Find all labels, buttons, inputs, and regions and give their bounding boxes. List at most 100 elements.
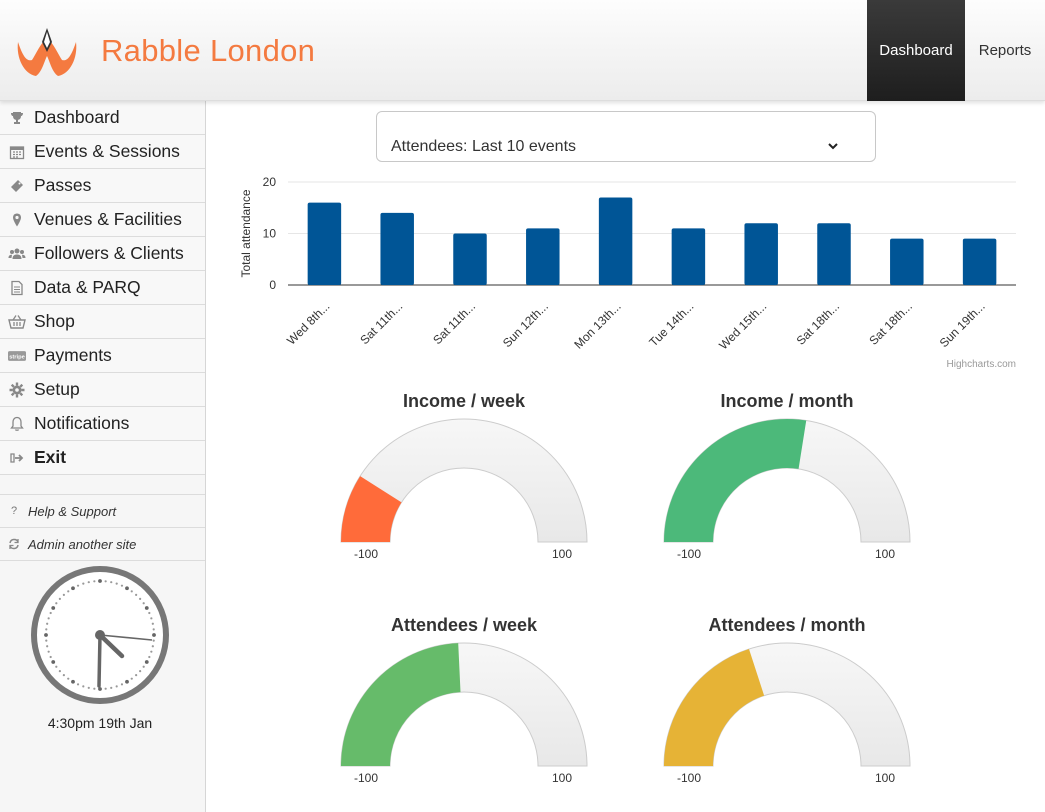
clock-tick xyxy=(152,633,156,637)
brand-logo-icon[interactable] xyxy=(14,22,80,80)
sidebar: Dashboard Events & Sessions Passes Venue… xyxy=(0,101,206,812)
bar[interactable] xyxy=(526,228,560,285)
stripe-icon: stripe xyxy=(8,347,26,365)
admin-another-site-link[interactable]: Admin another site xyxy=(0,528,205,561)
sidebar-item-label: Shop xyxy=(34,311,75,331)
chart-selector-value: Attendees: Last 10 events xyxy=(391,138,577,155)
bar[interactable] xyxy=(453,233,487,286)
gauge-title: Income / week xyxy=(403,391,526,411)
clock-tick xyxy=(44,633,48,637)
clock-tick xyxy=(82,582,85,585)
document-icon xyxy=(8,279,26,297)
bar[interactable] xyxy=(962,238,997,285)
clock-tick xyxy=(151,645,154,648)
clock-time-text: 4:30pm 19th Jan xyxy=(47,715,153,731)
bar[interactable] xyxy=(307,202,342,285)
sidebar-item-label: Venues & Facilities xyxy=(34,209,182,229)
ticket-icon xyxy=(8,177,26,195)
x-tick-label: Mon 13th... xyxy=(571,299,623,351)
top-header: Rabble London Dashboard Reports xyxy=(0,0,1045,101)
clock-tick xyxy=(142,665,145,668)
bar[interactable] xyxy=(380,212,414,285)
gauge-max-label: 100 xyxy=(552,771,572,785)
clock-tick xyxy=(47,617,50,620)
gauge-min-label: -100 xyxy=(677,771,701,785)
clock-tick xyxy=(58,670,61,673)
clock-tick xyxy=(125,586,129,591)
y-tick-label: 10 xyxy=(263,227,277,241)
sidebar-item-label: Data & PARQ xyxy=(34,277,141,297)
clock-tick xyxy=(62,593,65,596)
analog-clock xyxy=(31,566,169,704)
y-tick-label: 20 xyxy=(263,175,277,189)
clock-tick xyxy=(67,590,70,593)
sidebar-item-dashboard[interactable]: Dashboard xyxy=(0,101,205,135)
sidebar-divider xyxy=(0,475,205,495)
help-support-link[interactable]: ? Help & Support xyxy=(0,495,205,528)
bar[interactable] xyxy=(744,223,778,285)
gauge-min-label: -100 xyxy=(354,547,378,561)
calendar-icon xyxy=(8,143,26,161)
nav-tab-reports[interactable]: Reports xyxy=(965,0,1045,101)
bar[interactable] xyxy=(671,228,706,285)
clock-tick xyxy=(148,655,151,659)
sidebar-item-shop[interactable]: Shop xyxy=(0,305,205,339)
stripe-badge-text: stripe xyxy=(9,354,25,360)
sidebar-item-label: Dashboard xyxy=(34,107,120,127)
gauge-max-label: 100 xyxy=(875,547,895,561)
x-tick-label: Sat 18th... xyxy=(794,299,843,348)
sidebar-item-events-sessions[interactable]: Events & Sessions xyxy=(0,135,205,169)
trophy-icon xyxy=(8,109,26,127)
clock-tick xyxy=(49,611,52,615)
clock-tick xyxy=(104,580,107,583)
bar[interactable] xyxy=(890,238,924,285)
users-icon xyxy=(8,245,26,263)
sidebar-item-setup[interactable]: Setup xyxy=(0,373,205,407)
bar[interactable] xyxy=(598,197,633,285)
clock-tick xyxy=(139,670,142,673)
sidebar-item-exit[interactable]: Exit xyxy=(0,441,205,475)
sidebar-item-payments[interactable]: stripe Payments xyxy=(0,339,205,373)
gauge-max-label: 100 xyxy=(552,547,572,561)
sidebar-item-venues-facilities[interactable]: Venues & Facilities xyxy=(0,203,205,237)
clock-tick xyxy=(150,650,153,653)
sidebar-item-label: Events & Sessions xyxy=(34,141,180,161)
gauge-income-week: Income / week -100 100 xyxy=(340,391,588,561)
sidebar-item-label: Passes xyxy=(34,175,92,195)
gauge-income-month: Income / month -100 100 xyxy=(663,391,911,561)
chart-credit[interactable]: Highcharts.com xyxy=(947,359,1016,370)
gauge-max-label: 100 xyxy=(875,771,895,785)
clock-tick xyxy=(144,606,149,610)
sidebar-item-passes[interactable]: Passes xyxy=(0,169,205,203)
x-tick-label: Sat 18th... xyxy=(866,299,915,348)
gauge-min-label: -100 xyxy=(677,547,701,561)
y-axis-title: Total attendance xyxy=(239,189,253,277)
attendance-bar-chart: 0 10 20 Total attendance Wed 8th... Sat 11th.… xyxy=(239,175,1016,370)
bar[interactable] xyxy=(817,223,851,285)
clock-tick xyxy=(51,660,56,664)
clock-tick xyxy=(148,611,151,615)
sidebar-item-data-parq[interactable]: Data & PARQ xyxy=(0,271,205,305)
x-tick-label: Wed 8th... xyxy=(284,299,332,347)
y-tick-label: 0 xyxy=(269,278,276,292)
clock-tick xyxy=(115,582,118,585)
clock-tick xyxy=(120,683,124,686)
clock-tick xyxy=(110,686,113,689)
sidebar-item-notifications[interactable]: Notifications xyxy=(0,407,205,441)
nav-tab-dashboard[interactable]: Dashboard xyxy=(867,0,965,101)
clock-tick xyxy=(76,683,80,686)
clock-tick xyxy=(135,674,138,677)
x-tick-label: Sat 11th... xyxy=(430,299,478,347)
clock-tick xyxy=(67,677,70,680)
clock-tick xyxy=(144,660,149,664)
brand-title[interactable]: Rabble London xyxy=(101,33,315,69)
clock-tick xyxy=(55,665,58,668)
clock-tick xyxy=(152,628,155,631)
question-icon: ? xyxy=(10,505,18,517)
gauge-value-fill xyxy=(341,643,461,766)
sidebar-item-followers-clients[interactable]: Followers & Clients xyxy=(0,237,205,271)
clock-center xyxy=(95,630,105,640)
clock-tick xyxy=(45,639,48,642)
chart-selector-dropdown[interactable]: Attendees: Last 10 events xyxy=(376,111,876,162)
clock-minute-hand xyxy=(97,633,102,688)
